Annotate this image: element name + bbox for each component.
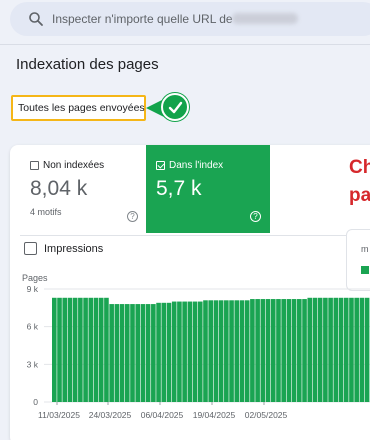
chart-bar[interactable] [52,297,57,402]
chart-bar[interactable] [359,297,365,402]
search-bar[interactable]: Inspecter n'importe quelle URL de [10,2,370,36]
chart-bar[interactable] [224,300,229,402]
chart-bar[interactable] [328,297,333,402]
indexed-tile[interactable]: Dans l'index 5,7 k ? [146,145,270,233]
search-input[interactable]: Inspecter n'importe quelle URL de [52,12,233,26]
chart-bar[interactable] [244,300,250,402]
chart-bar[interactable] [98,297,104,402]
chart-bar[interactable] [333,297,339,402]
chart-bar[interactable] [281,299,286,402]
indexed-checkbox[interactable] [156,161,165,170]
x-tick-label: 02/05/2025 [245,410,288,420]
chart-bar[interactable] [78,297,83,402]
not-indexed-value: 8,04 k [30,177,88,200]
y-tick-label: 6 k [27,322,39,332]
chart-bar[interactable] [197,301,203,402]
chart-bar[interactable] [156,302,161,402]
chart-bar[interactable] [177,301,182,402]
impressions-label: Impressions [44,242,104,255]
chart-bar[interactable] [72,297,78,402]
sitemap-filter-dropdown[interactable]: Toutes les pages envoyées [11,95,146,121]
indexed-value: 5,7 k [156,177,202,200]
not-indexed-checkbox[interactable] [30,161,39,170]
chart-bar[interactable] [270,299,276,402]
impressions-toggle[interactable]: Impressions [24,242,103,255]
search-icon[interactable] [28,11,44,27]
chart-bar[interactable] [192,301,198,402]
chart-bar[interactable] [130,304,135,402]
legend-swatch [361,266,369,274]
chart-bar[interactable] [239,300,245,402]
x-tick-label: 24/03/2025 [89,410,132,420]
chart-bar[interactable] [166,302,172,402]
x-tick-label: 06/04/2025 [141,410,184,420]
chart-bar[interactable] [338,297,344,402]
card-divider [20,235,370,236]
chart-bar[interactable] [124,304,130,402]
chart-bar[interactable] [364,297,370,402]
chart-bar[interactable] [317,297,323,402]
chart-bar[interactable] [250,299,255,402]
chart-bar[interactable] [208,300,214,402]
chart-bar[interactable] [104,297,109,402]
annotation-text-line2: pa [349,185,370,206]
legend-label: m [361,244,369,254]
not-indexed-label: Non indexées [43,160,105,171]
chart-bar[interactable] [182,301,187,402]
chart-bar[interactable] [114,304,120,402]
help-icon[interactable]: ? [127,211,138,222]
chart-bar[interactable] [276,299,281,402]
chart-bar[interactable] [218,300,224,402]
impressions-checkbox[interactable] [24,242,37,255]
chart-bar[interactable] [62,297,68,402]
chart-bar[interactable] [171,301,177,402]
chart-bar[interactable] [343,297,349,402]
chart-bar[interactable] [307,297,313,402]
chart-bar[interactable] [67,297,73,402]
chart-bar[interactable] [203,300,208,402]
chart-bar[interactable] [260,299,266,402]
chart-bar[interactable] [88,297,94,402]
redacted-domain [232,13,298,24]
y-tick-label: 0 [33,397,38,407]
y-tick-label: 3 k [27,359,39,369]
chart-bar[interactable] [291,299,297,402]
chart-bar[interactable] [119,304,125,402]
not-indexed-reasons: 4 motifs [30,207,62,217]
chart-bar[interactable] [187,301,193,402]
chart-bar[interactable] [255,299,260,402]
annotation-text-line1: Ch [349,157,370,178]
chart-bar[interactable] [57,297,62,402]
not-indexed-tile[interactable]: Non indexées 8,04 k 4 motifs ? [20,145,146,233]
x-tick-label: 11/03/2025 [38,410,80,420]
chart-bar[interactable] [323,297,328,402]
y-tick-label: 9 k [27,284,39,294]
indexed-label: Dans l'index [169,160,224,171]
chart-bar[interactable] [151,304,156,402]
chart-bar[interactable] [354,297,359,402]
check-circle-icon [161,93,189,121]
chart-bar[interactable] [312,297,318,402]
page-title: Indexation des pages [16,56,159,73]
indexed-pages-chart: 0 3 k 6 k 9 k 11/03/2025 24/03/2025 06/04/2025… [27,284,370,420]
header-divider [0,44,370,45]
chart-bar[interactable] [297,299,302,402]
chart-bar[interactable] [140,304,146,402]
chart-bar[interactable] [109,304,114,402]
chart-bar[interactable] [302,299,307,402]
chart-bar[interactable] [234,300,240,402]
help-icon[interactable]: ? [250,211,261,222]
chart-bar[interactable] [135,304,141,402]
chart-bar[interactable] [229,300,234,402]
x-tick-label: 19/04/2025 [193,410,236,420]
chart-bar[interactable] [213,300,219,402]
chart-bar[interactable] [83,297,88,402]
chart-bar[interactable] [265,299,271,402]
chart-bar[interactable] [349,297,354,402]
chart-bar[interactable] [93,297,99,402]
chart-bar[interactable] [161,302,167,402]
chart-bar[interactable] [145,304,151,402]
chart-bar[interactable] [286,299,292,402]
